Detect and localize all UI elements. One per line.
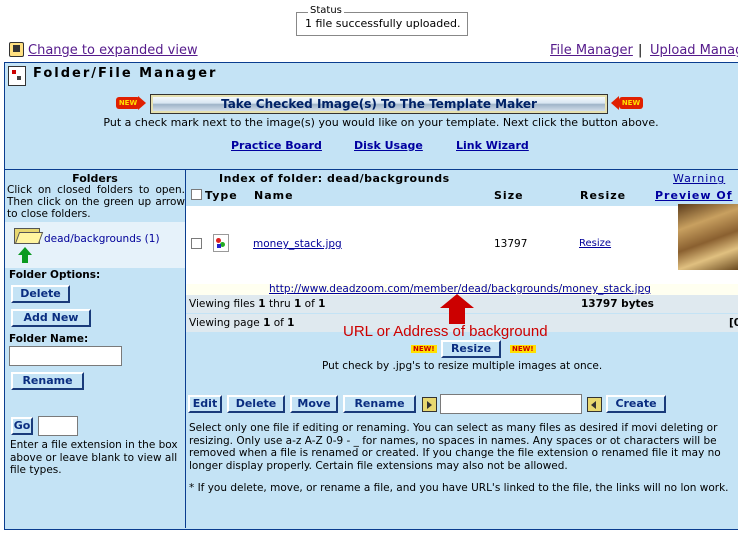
create-button[interactable]: Create — [606, 395, 666, 413]
folders-help: Click on closed folders to open. Then cl… — [7, 184, 185, 220]
page-title: Folder/File Manager — [33, 66, 218, 81]
col-preview[interactable]: Preview Of — [655, 189, 732, 202]
col-type: Type — [205, 189, 238, 202]
file-name-link[interactable]: money_stack.jpg — [253, 238, 342, 250]
select-all-checkbox[interactable] — [191, 189, 202, 200]
file-warning-text: * If you delete, move, or rename a file,… — [189, 482, 729, 494]
col-size: Size — [494, 189, 524, 202]
open-folder-icon[interactable] — [14, 226, 44, 244]
folder-name-input[interactable] — [9, 346, 122, 366]
take-to-template-button[interactable]: Take Checked Image(s) To The Template Ma… — [150, 94, 608, 114]
viewing-files-text: Viewing files 1 thru 1 of 1 — [189, 298, 326, 310]
rename-button[interactable]: Rename — [343, 395, 416, 413]
arrow-left-small-icon[interactable] — [587, 397, 602, 412]
disk-usage-link[interactable]: Disk Usage — [354, 139, 423, 152]
upload-manager-link[interactable]: Upload Manag — [650, 43, 738, 58]
arrow-left-icon — [611, 96, 619, 110]
folder-dead-backgrounds[interactable]: dead/backgrounds (1) — [44, 233, 160, 245]
folder-rename-button[interactable]: Rename — [11, 372, 84, 390]
file-checkbox[interactable] — [191, 238, 202, 249]
resize-button[interactable]: Resize — [441, 340, 501, 358]
status-message: 1 file successfully uploaded. — [305, 17, 461, 30]
folder-options-label: Folder Options: — [9, 269, 101, 281]
delete-button[interactable]: Delete — [227, 395, 285, 413]
expanded-view-link[interactable]: Change to expanded view — [28, 43, 198, 58]
image-file-icon — [213, 234, 229, 252]
expand-icon[interactable] — [9, 42, 24, 57]
arrow-right-icon — [138, 96, 146, 110]
nav-separator: | — [638, 43, 643, 58]
header-instructions: Put a check mark next to the image(s) yo… — [103, 116, 659, 129]
new-badge-left: NEW — [116, 97, 140, 109]
practice-board-link[interactable]: Practice Board — [231, 139, 322, 152]
index-title: Index of folder: dead/backgrounds — [219, 172, 450, 185]
file-help-text: Select only one file if editing or renam… — [189, 422, 721, 472]
red-up-arrow-icon — [440, 294, 474, 324]
new-badge-resize-right: NEW! — [510, 345, 536, 353]
new-badge-resize-left: NEW! — [411, 345, 437, 353]
edge-fragment: [0 — [729, 317, 738, 329]
file-extension-input[interactable] — [38, 416, 78, 436]
file-manager-link[interactable]: File Manager — [550, 43, 633, 58]
folder-tree-icon — [8, 66, 26, 86]
new-name-input[interactable] — [440, 394, 582, 414]
col-name: Name — [254, 189, 294, 202]
move-button[interactable]: Move — [290, 395, 338, 413]
new-badge-right: NEW — [619, 97, 643, 109]
link-wizard-link[interactable]: Link Wizard — [456, 139, 529, 152]
viewing-page-text: Viewing page 1 of 1 — [189, 317, 295, 329]
go-button[interactable]: Go — [11, 417, 33, 435]
resize-help: Put check by .jpg's to resize multiple i… — [322, 360, 603, 372]
arrow-right-small-icon[interactable] — [422, 397, 437, 412]
folder-add-new-button[interactable]: Add New — [11, 309, 91, 327]
folder-delete-button[interactable]: Delete — [11, 285, 70, 303]
extension-help: Enter a file extension in the box above … — [10, 439, 178, 476]
folder-name-label: Folder Name: — [9, 333, 89, 345]
total-bytes: 13797 bytes — [581, 298, 654, 310]
green-up-arrow-icon[interactable] — [18, 247, 32, 263]
file-size: 13797 — [494, 238, 528, 250]
edit-button[interactable]: Edit — [188, 395, 222, 413]
file-resize-link[interactable]: Resize — [579, 238, 611, 249]
warning-link[interactable]: Warning — [673, 172, 725, 185]
url-annotation: URL or Address of background — [343, 323, 548, 340]
col-resize: Resize — [580, 189, 627, 202]
status-legend: Status — [308, 5, 344, 16]
preview-thumbnail[interactable] — [678, 204, 738, 270]
